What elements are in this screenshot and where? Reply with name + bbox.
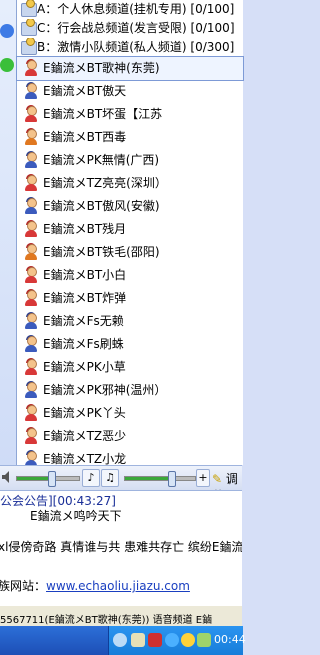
clock[interactable]: 00:44: [214, 633, 246, 646]
user-avatar-icon: [23, 243, 39, 260]
user-avatar-icon: [23, 335, 39, 352]
channel-icon: [21, 19, 37, 36]
user-name: E鏀流メBT残月: [43, 222, 127, 236]
channel-label: A：个人休息频道(挂机专用) [0/100]: [37, 2, 235, 16]
user-name: E鏀流メPK邪神(温州）: [43, 383, 167, 397]
tray-app-icon[interactable]: [131, 633, 145, 647]
sidebar: [0, 0, 17, 465]
tray-pen-icon[interactable]: [148, 633, 162, 647]
user-name: E鏀流メTZ恶少: [43, 429, 127, 443]
channel-item[interactable]: B：激情小队频道(私人频道) [0/300]: [17, 38, 243, 57]
message-line-1: E鏀流メ鸣吟天下: [30, 509, 122, 523]
user-name: E鏀流メPK丫头: [43, 406, 126, 420]
volume-toolbar: ♪ ♫ + ✎ 调节: [0, 465, 242, 503]
channel-list: A：个人休息频道(挂机专用) [0/100] C：行会战总频道(发言受限) [0/…: [17, 0, 243, 57]
check-icon[interactable]: [0, 58, 14, 72]
message-line-2: xl侵傍奇路 真情谁与共 患难共存亡 缤纷E鏀流: [0, 540, 242, 554]
user-avatar-icon: [23, 151, 39, 168]
user-avatar-icon: [23, 381, 39, 398]
volume-slider-left-knob[interactable]: [48, 471, 57, 487]
tray-chevron-icon[interactable]: [113, 633, 127, 647]
user-name: E鏀流メBT傲天: [43, 84, 127, 98]
channel-icon: [21, 0, 37, 17]
chat-panel[interactable]: 公会公告][00:43:27] E鏀流メ鸣吟天下 xl侵傍奇路 真情谁与共 患难…: [0, 490, 242, 606]
volume-slider-left-fill: [17, 477, 52, 480]
user-list-item[interactable]: E鏀流メTZ恶少: [17, 425, 243, 448]
system-tray: 00:44: [108, 626, 246, 655]
user-list-item[interactable]: E鏀流メBT小白: [17, 264, 243, 287]
user-avatar-icon: [23, 128, 39, 145]
channel-icon: [21, 38, 37, 55]
user-name: E鏀流メBT炸弹: [43, 291, 127, 305]
user-avatar-icon: [23, 427, 39, 444]
user-avatar-icon: [23, 358, 39, 375]
user-name: E鏀流メTZ小龙: [43, 452, 127, 466]
user-name: E鏀流メFs无赖: [43, 314, 124, 328]
adjust-icon: ✎: [212, 472, 223, 486]
user-avatar-icon: [23, 59, 39, 76]
user-name: E鏀流メPK無情(广西): [43, 153, 160, 167]
volume-slider-left[interactable]: [16, 471, 80, 487]
user-name: E鏀流メTZ亮亮(深圳）: [43, 176, 167, 190]
user-list-item[interactable]: E鏀流メBT傲天: [17, 80, 243, 103]
channel-tree: A：个人休息频道(挂机专用) [0/100] C：行会战总频道(发言受限) [0/…: [16, 0, 244, 536]
user-list-item[interactable]: E鏀流メPK小草: [17, 356, 243, 379]
user-list-item[interactable]: E鏀流メPK丫头: [17, 402, 243, 425]
website-label: 族网站：: [0, 579, 47, 593]
settings-icon[interactable]: [0, 24, 14, 38]
taskbar: 00:44: [0, 626, 246, 655]
user-avatar-icon: [23, 266, 39, 283]
user-list-item[interactable]: E鏀流メFs刷蛛: [17, 333, 243, 356]
tray-globe-icon[interactable]: [165, 633, 179, 647]
user-name: E鏀流メBT西毒: [43, 130, 127, 144]
user-avatar-icon: [23, 105, 39, 122]
user-list-item[interactable]: E鏀流メBT傲风(安徽): [17, 195, 243, 218]
channel-item[interactable]: A：个人休息频道(挂机专用) [0/100]: [17, 0, 243, 19]
user-avatar-icon: [23, 404, 39, 421]
user-avatar-icon: [23, 220, 39, 237]
user-list-item[interactable]: E鏀流メFs无赖: [17, 310, 243, 333]
user-name: E鏀流メPK小草: [43, 360, 126, 374]
user-avatar-icon: [23, 197, 39, 214]
channel-label: C：行会战总频道(发言受限) [0/100]: [37, 21, 235, 35]
volume-slider-right[interactable]: [124, 471, 196, 487]
user-avatar-icon: [23, 174, 39, 191]
user-name: E鏀流メFs刷蛛: [43, 337, 124, 351]
user-list-item[interactable]: E鏀流メBT炸弹: [17, 287, 243, 310]
user-list-item[interactable]: E鏀流メTZ亮亮(深圳）: [17, 172, 243, 195]
user-list-item[interactable]: E鏀流メBT残月: [17, 218, 243, 241]
user-name: E鏀流メBT小白: [43, 268, 127, 282]
user-avatar-icon: [23, 82, 39, 99]
user-name: E鏀流メBT歌神(东莞): [43, 61, 160, 75]
tray-chat-icon[interactable]: [197, 633, 211, 647]
tray-qq-icon[interactable]: [181, 633, 195, 647]
user-list-item[interactable]: E鏀流メBT西毒: [17, 126, 243, 149]
user-name: E鏀流メBT铁毛(邵阳): [43, 245, 160, 259]
channel-item[interactable]: C：行会战总频道(发言受限) [0/100]: [17, 19, 243, 38]
website-line: 族网站：www.echaoliu.jiazu.com: [0, 577, 190, 594]
status-text: 5567711(E鏀流メBT歌神(东莞)) 语音频道 E鏀: [0, 615, 213, 626]
volume-slider-right-fill: [125, 477, 171, 480]
user-list-item[interactable]: E鏀流メBT铁毛(邵阳): [17, 241, 243, 264]
user-name: E鏀流メBT傲风(安徽): [43, 199, 160, 213]
user-avatar-icon: [23, 289, 39, 306]
user-avatar-icon: [23, 312, 39, 329]
channel-label: B：激情小队频道(私人频道) [0/300]: [37, 40, 235, 54]
speaker-icon[interactable]: [2, 471, 12, 483]
user-list-item[interactable]: E鏀流メBT歌神(东莞): [16, 56, 244, 81]
sound-button[interactable]: ♫: [101, 469, 119, 487]
volume-slider-right-knob[interactable]: [167, 471, 176, 487]
user-list-item[interactable]: E鏀流メBT坏蛋【江苏: [17, 103, 243, 126]
user-list-item[interactable]: E鏀流メPK邪神(温州）: [17, 379, 243, 402]
user-name: E鏀流メBT坏蛋【江苏: [43, 107, 163, 121]
plus-icon[interactable]: +: [196, 469, 210, 487]
website-link[interactable]: www.echaoliu.jiazu.com: [46, 579, 190, 593]
user-list-item[interactable]: E鏀流メPK無情(广西): [17, 149, 243, 172]
mic-button[interactable]: ♪: [82, 469, 100, 487]
